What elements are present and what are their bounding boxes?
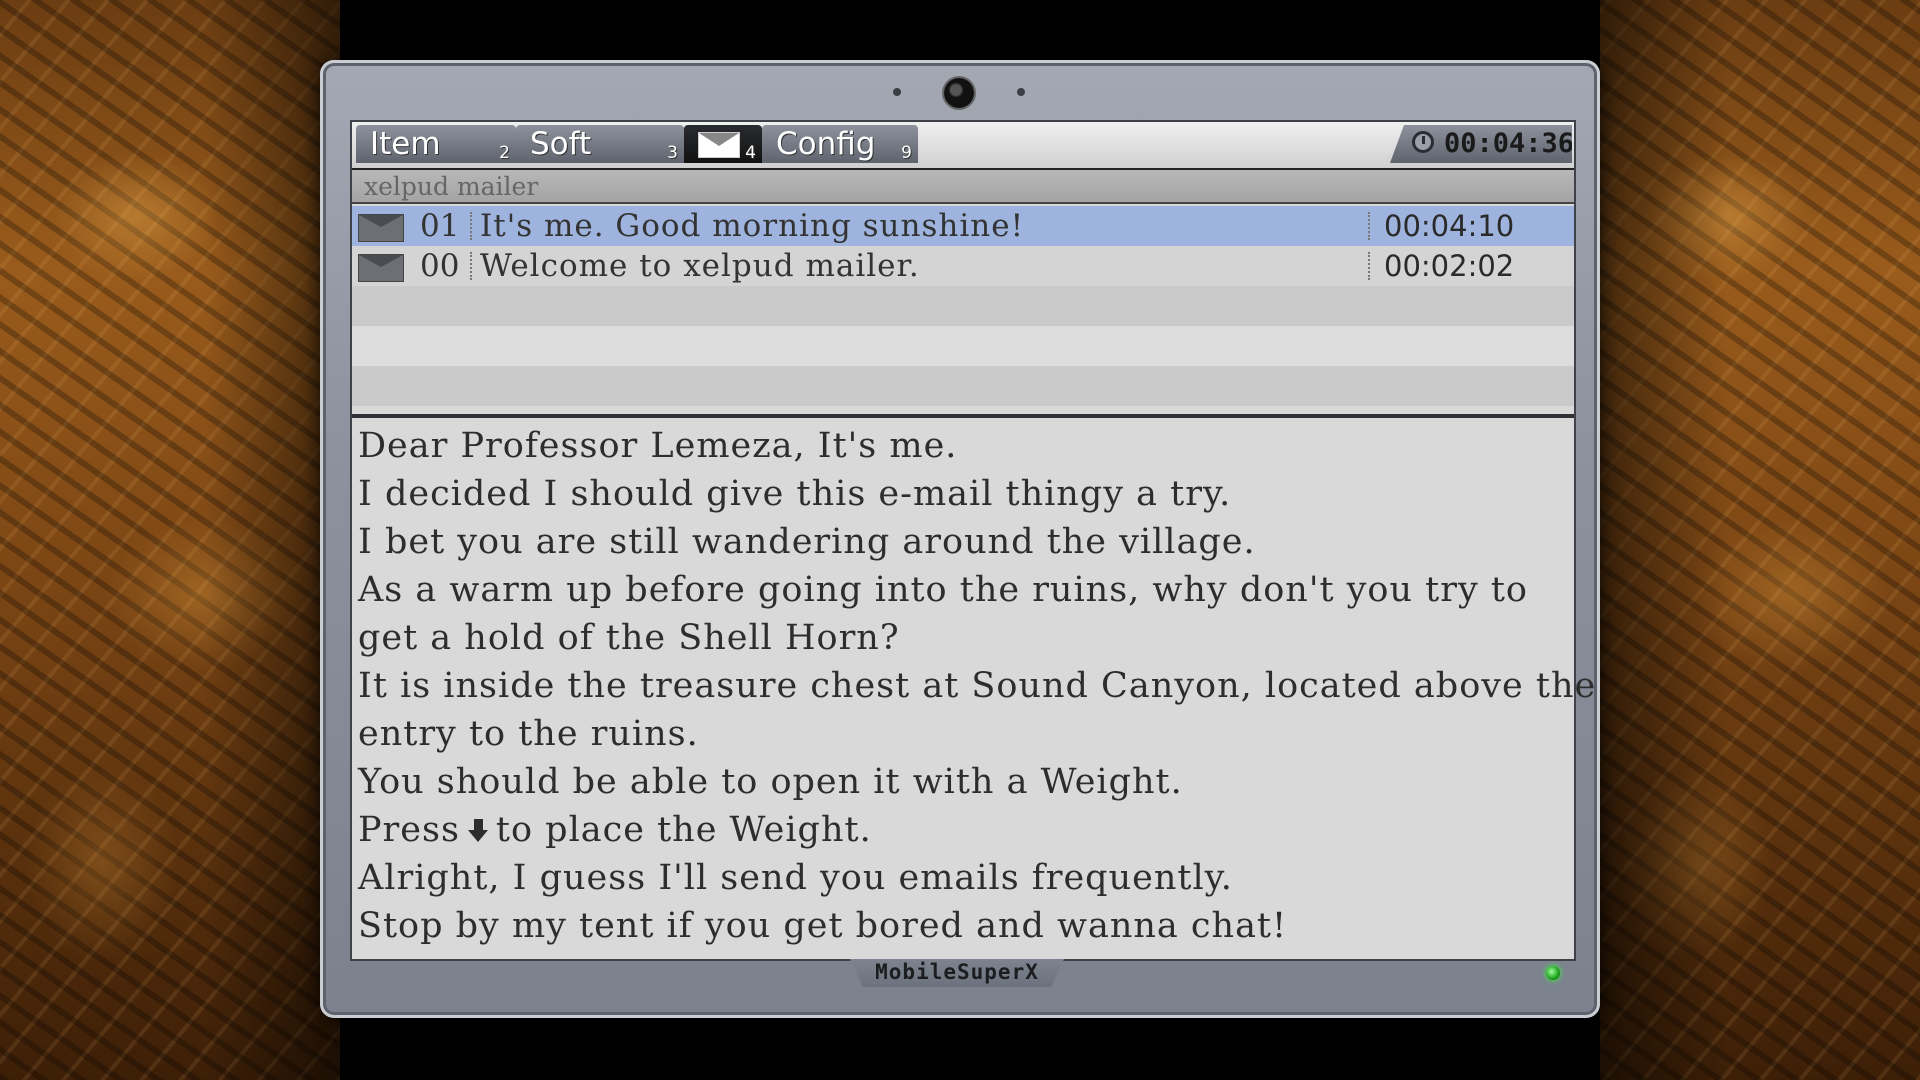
device-screen: Item 2 Soft 3 4 Config 9 00:04:36 xelpud… bbox=[350, 120, 1597, 961]
carved-relief-background-right bbox=[1600, 0, 1920, 1080]
mail-body-line: Stop by my tent if you get bored and wan… bbox=[358, 906, 1288, 946]
sensor-dot-left bbox=[893, 88, 901, 96]
tab-mail[interactable]: 4 bbox=[684, 125, 762, 163]
empty-mail-slot bbox=[352, 286, 1574, 326]
mail-body: Dear Professor Lemeza, It's me. I decide… bbox=[358, 422, 1597, 950]
press-suffix: to place the Weight. bbox=[495, 810, 872, 850]
tab-item-label: Item bbox=[370, 126, 441, 162]
mobile-device-frame: Item 2 Soft 3 4 Config 9 00:04:36 xelpud… bbox=[320, 60, 1600, 1018]
envelope-icon bbox=[358, 254, 404, 282]
mail-subject: It's me. Good morning sunshine! bbox=[480, 208, 1025, 244]
clock-display: 00:04:36 bbox=[1390, 125, 1572, 163]
tab-config-number: 9 bbox=[901, 143, 912, 163]
empty-mail-slot bbox=[352, 366, 1574, 406]
mail-body-line: I bet you are still wandering around the… bbox=[358, 522, 1256, 562]
mail-body-line: Dear Professor Lemeza, It's me. bbox=[358, 426, 958, 466]
carved-relief-background-left bbox=[0, 0, 340, 1080]
mail-list: 01 It's me. Good morning sunshine! 00:04… bbox=[352, 206, 1574, 414]
tab-item-number: 2 bbox=[499, 143, 510, 163]
column-divider bbox=[470, 252, 472, 280]
tab-soft-label: Soft bbox=[530, 126, 592, 162]
mail-body-line: You should be able to open it with a Wei… bbox=[358, 762, 1183, 802]
mail-number: 01 bbox=[420, 208, 460, 244]
mail-body-line: As a warm up before going into the ruins… bbox=[358, 570, 1528, 610]
mailer-title: xelpud mailer bbox=[352, 170, 1574, 204]
column-divider bbox=[1368, 252, 1370, 280]
mail-body-line: entry to the ruins. bbox=[358, 714, 699, 754]
mail-number: 00 bbox=[420, 248, 460, 284]
mail-time: 00:04:10 bbox=[1384, 209, 1515, 243]
mail-body-line: get a hold of the Shell Horn? bbox=[358, 618, 900, 658]
clock-icon bbox=[1412, 131, 1434, 153]
tab-item[interactable]: Item 2 bbox=[356, 125, 516, 163]
power-led-icon bbox=[1546, 966, 1560, 980]
mail-body-line: It is inside the treasure chest at Sound… bbox=[358, 666, 1597, 706]
empty-mail-slot bbox=[352, 326, 1574, 366]
tab-bar: Item 2 Soft 3 4 Config 9 00:04:36 bbox=[352, 122, 1574, 170]
mail-body-line: Alright, I guess I'll send you emails fr… bbox=[358, 858, 1233, 898]
tab-soft[interactable]: Soft 3 bbox=[516, 125, 684, 163]
mail-body-line-press: Press to place the Weight. bbox=[358, 806, 1558, 854]
column-divider bbox=[1368, 212, 1370, 240]
sensor-dot-right bbox=[1017, 88, 1025, 96]
mail-time: 00:02:02 bbox=[1384, 249, 1515, 283]
brand-label: MobileSuperX bbox=[850, 959, 1064, 987]
down-arrow-icon bbox=[467, 819, 488, 843]
tab-config[interactable]: Config 9 bbox=[762, 125, 918, 163]
mail-list-item[interactable]: 00 Welcome to xelpud mailer. 00:02:02 bbox=[352, 246, 1574, 286]
envelope-icon bbox=[358, 214, 404, 242]
mail-list-item[interactable]: 01 It's me. Good morning sunshine! 00:04… bbox=[352, 206, 1574, 246]
camera-icon bbox=[944, 78, 974, 108]
press-prefix: Press bbox=[358, 810, 460, 850]
tab-mail-number: 4 bbox=[745, 143, 756, 163]
clock-time: 00:04:36 bbox=[1444, 128, 1575, 159]
list-body-divider bbox=[352, 414, 1574, 418]
mail-body-line: I decided I should give this e-mail thin… bbox=[358, 474, 1232, 514]
mail-icon bbox=[698, 132, 740, 158]
mail-subject: Welcome to xelpud mailer. bbox=[480, 248, 920, 284]
tab-soft-number: 3 bbox=[667, 143, 678, 163]
tab-config-label: Config bbox=[776, 126, 876, 162]
column-divider bbox=[470, 212, 472, 240]
